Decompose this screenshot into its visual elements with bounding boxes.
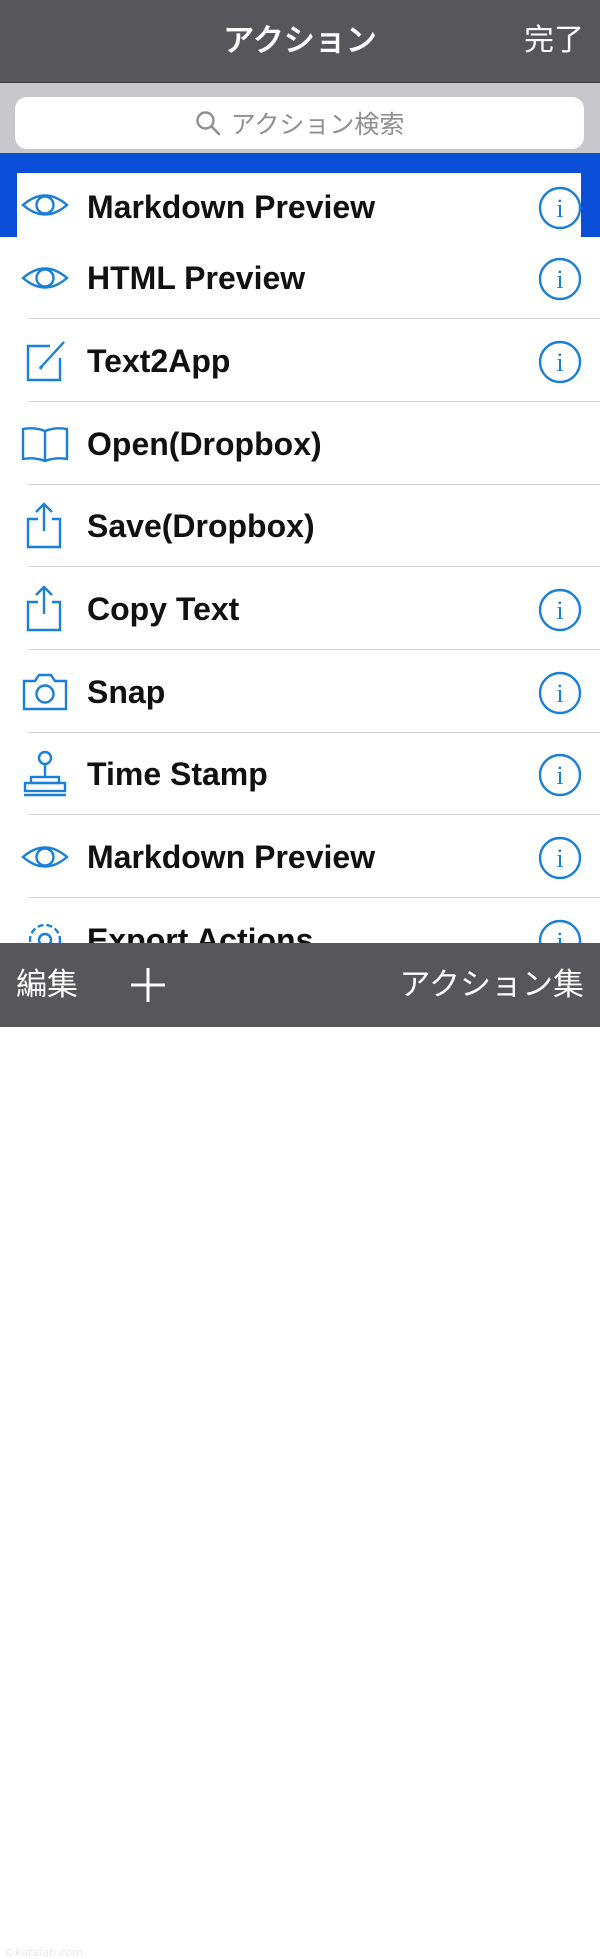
add-icon[interactable] (130, 967, 166, 1003)
info-icon[interactable]: i (538, 836, 582, 880)
page-title: アクション (223, 23, 377, 59)
share-icon (20, 584, 70, 634)
eye-icon (20, 832, 70, 882)
stamp-icon (20, 749, 70, 799)
info-icon[interactable]: i (538, 753, 582, 797)
action-row[interactable]: Markdown Preview i (0, 816, 600, 899)
action-row[interactable]: Open(Dropbox) (0, 402, 600, 485)
eye-icon (20, 253, 70, 303)
action-row[interactable]: Snap i (0, 650, 600, 733)
eye-icon (20, 180, 70, 230)
action-label: Save(Dropbox) (87, 508, 315, 545)
camera-icon (20, 667, 70, 717)
share-icon (20, 501, 70, 551)
navigation-bar: アクション 完了 (0, 0, 600, 83)
info-icon[interactable]: i (538, 186, 582, 230)
action-label: Copy Text (87, 591, 240, 627)
svg-text:i: i (556, 194, 563, 223)
action-label: HTML Preview (87, 260, 306, 297)
search-icon (195, 111, 220, 136)
action-row[interactable]: HTML Preview i (0, 237, 600, 320)
action-label: Snap (87, 673, 166, 710)
compose-icon (20, 336, 70, 386)
action-label: Markdown Preview (87, 189, 376, 225)
search-input[interactable]: アクション検索 (15, 97, 584, 149)
action-set-button[interactable]: アクション集 (400, 943, 584, 1027)
info-icon[interactable]: i (538, 919, 582, 943)
book-icon (20, 419, 70, 469)
action-row[interactable]: Time Stamp i (0, 733, 600, 816)
svg-text:i: i (556, 927, 563, 943)
svg-text:i: i (556, 844, 563, 873)
svg-text:i: i (556, 679, 563, 708)
info-icon[interactable]: i (538, 340, 582, 384)
edit-button[interactable]: 編集 (16, 943, 78, 1027)
action-label: Text2App (87, 342, 231, 379)
action-label: Markdown Preview (87, 839, 376, 876)
action-row[interactable]: Text2App i (0, 319, 600, 402)
action-row[interactable]: Save(Dropbox) (0, 485, 600, 568)
action-label: Open(Dropbox) (87, 425, 322, 462)
watermark: ©katalab.com (4, 1946, 83, 1959)
search-bar: アクション検索 (0, 83, 600, 153)
action-label: Export Actions (87, 921, 314, 943)
svg-text:i: i (556, 265, 563, 294)
svg-text:i: i (556, 596, 563, 625)
search-placeholder: アクション検索 (230, 110, 405, 139)
action-list: Markdown Preview i HTML Preview i Text2App i O… (0, 153, 600, 943)
info-icon[interactable]: i (538, 671, 582, 715)
gear-icon (20, 915, 70, 943)
svg-text:i: i (556, 761, 563, 790)
bottom-toolbar: 編集 アクション集 ©katalab.com (0, 943, 600, 1959)
info-icon[interactable]: i (538, 257, 582, 301)
info-icon[interactable]: i (538, 588, 582, 632)
action-label: Time Stamp (87, 756, 268, 793)
action-row[interactable]: Copy Text i (0, 568, 600, 650)
svg-text:i: i (556, 348, 563, 377)
action-row[interactable]: Export Actions i (0, 898, 600, 943)
done-button[interactable]: 完了 (524, 0, 584, 82)
